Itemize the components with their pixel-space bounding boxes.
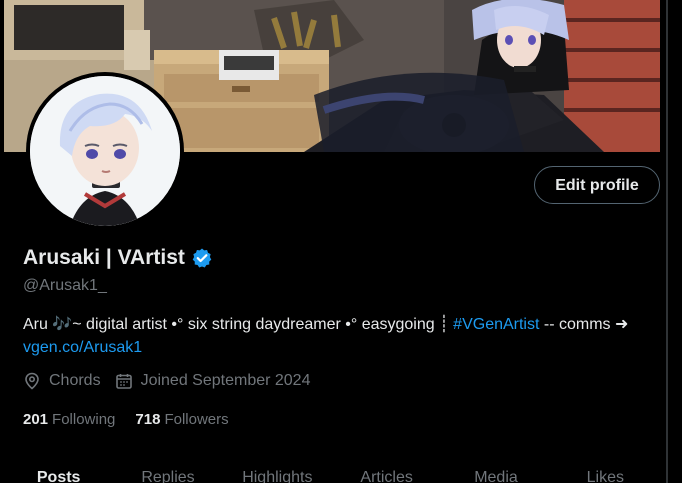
followers-label: Followers (164, 411, 229, 428)
followers-count: 718 (135, 411, 161, 428)
bio-text-3: -- comms ➜ (539, 316, 629, 333)
follow-stats: 201 Following 718 Followers (23, 411, 229, 428)
location-text: Chords (49, 372, 101, 389)
column-divider (666, 0, 668, 483)
avatar[interactable] (30, 76, 180, 226)
bio-hashtag-link[interactable]: #VGenArtist (453, 316, 539, 333)
profile-joined: Joined September 2024 (115, 372, 311, 390)
tab-highlights[interactable]: Highlights (223, 464, 332, 483)
profile-location: Chords (23, 372, 101, 390)
profile-tabs: Posts Replies Highlights Articles Media … (4, 464, 660, 483)
right-gutter (660, 0, 682, 483)
following-count: 201 (23, 411, 49, 428)
verified-badge-icon[interactable] (191, 247, 213, 269)
tab-media[interactable]: Media (441, 464, 550, 483)
joined-text: Joined September 2024 (140, 372, 311, 389)
avatar-illustration (30, 76, 180, 226)
bio-url-link[interactable]: vgen.co/Arusak1 (23, 339, 142, 356)
tab-likes[interactable]: Likes (551, 464, 660, 483)
tab-replies[interactable]: Replies (113, 464, 222, 483)
tab-articles[interactable]: Articles (332, 464, 441, 483)
profile-name-row: Arusaki | VArtist (23, 246, 213, 270)
followers-link[interactable]: 718 Followers (135, 411, 228, 428)
bio-emoji: 🎶 (52, 316, 73, 333)
calendar-icon (115, 372, 133, 390)
tab-posts[interactable]: Posts (4, 464, 113, 483)
bio-text-2: ~ digital artist •° six string daydreame… (72, 316, 454, 333)
following-label: Following (52, 411, 116, 428)
display-name: Arusaki | VArtist (23, 246, 185, 269)
profile-page: Edit profile Arusaki | VArtist @Arusak1_… (4, 0, 660, 483)
following-link[interactable]: 201 Following (23, 411, 115, 428)
bio-text-1: Aru (23, 316, 53, 333)
location-pin-icon (23, 372, 41, 390)
profile-handle: @Arusak1_ (23, 277, 107, 294)
edit-profile-button[interactable]: Edit profile (534, 166, 660, 204)
profile-bio: Aru 🎶~ digital artist •° six string dayd… (23, 313, 643, 359)
avatar-ring (26, 72, 184, 230)
profile-meta-row: Chords Joined September 2024 (23, 372, 324, 390)
